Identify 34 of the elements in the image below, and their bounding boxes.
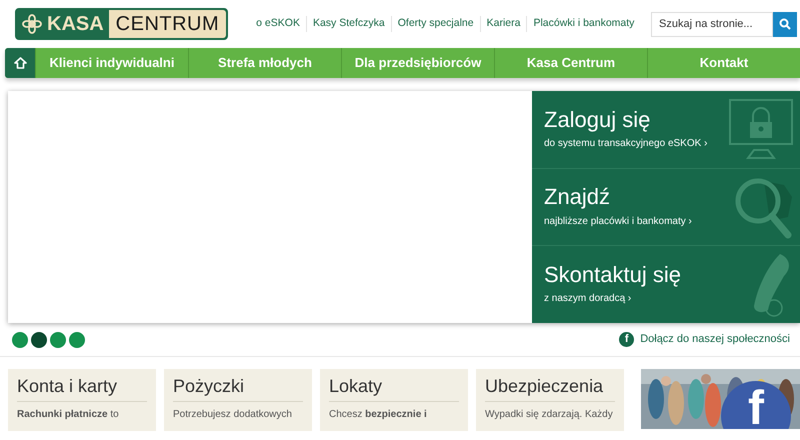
top-link[interactable]: Oferty specjalne <box>392 16 481 32</box>
card-text: Potrzebujesz dodatkowych <box>173 408 293 422</box>
carousel-dot[interactable] <box>31 332 47 348</box>
card-title: Konta i karty <box>17 376 147 402</box>
facebook-icon[interactable]: f <box>619 332 634 347</box>
panel-title: Zaloguj się <box>544 108 650 132</box>
locked-monitor-icon <box>726 98 796 160</box>
top-link[interactable]: o eSKOK <box>250 16 307 32</box>
panel-link[interactable]: z naszym doradcą › <box>544 291 632 306</box>
social-link[interactable]: Dołącz do naszej społeczności <box>640 331 790 348</box>
panel-title: Skontaktuj się <box>544 263 681 288</box>
home-icon <box>14 57 26 69</box>
home-tab[interactable] <box>5 48 35 78</box>
card-text: Rachunki płatnicze to <box>17 408 120 422</box>
search-icon <box>779 18 791 30</box>
card-title: Pożyczki <box>173 376 303 402</box>
top-link[interactable]: Placówki i bankomaty <box>527 16 640 32</box>
card-title: Lokaty <box>329 376 459 402</box>
logo-text: CENTRUM <box>108 10 226 38</box>
card-text: Wypadki się zdarzają. Każdy <box>485 408 614 422</box>
carousel-dot[interactable] <box>69 332 85 348</box>
top-link[interactable]: Kasy Stefczyka <box>306 16 392 32</box>
card-title: Ubezpieczenia <box>485 376 615 402</box>
carousel-dot[interactable] <box>12 332 28 348</box>
logo-text: KASA <box>47 12 104 37</box>
panel-link[interactable]: najbliższe placówki i bankomaty › <box>544 214 692 229</box>
top-link[interactable]: Kariera <box>480 16 528 32</box>
card-text: Chcesz bezpiecznie i <box>329 408 428 422</box>
flower-logo-icon <box>22 14 42 34</box>
carousel-dot[interactable] <box>50 332 66 348</box>
panel-link[interactable]: do systemu transakcyjnego eSKOK › <box>544 136 708 151</box>
panel-title: Znajdź <box>544 185 610 210</box>
search-field[interactable]: Szukaj na stronie... <box>651 12 773 36</box>
search-button[interactable] <box>773 12 797 36</box>
